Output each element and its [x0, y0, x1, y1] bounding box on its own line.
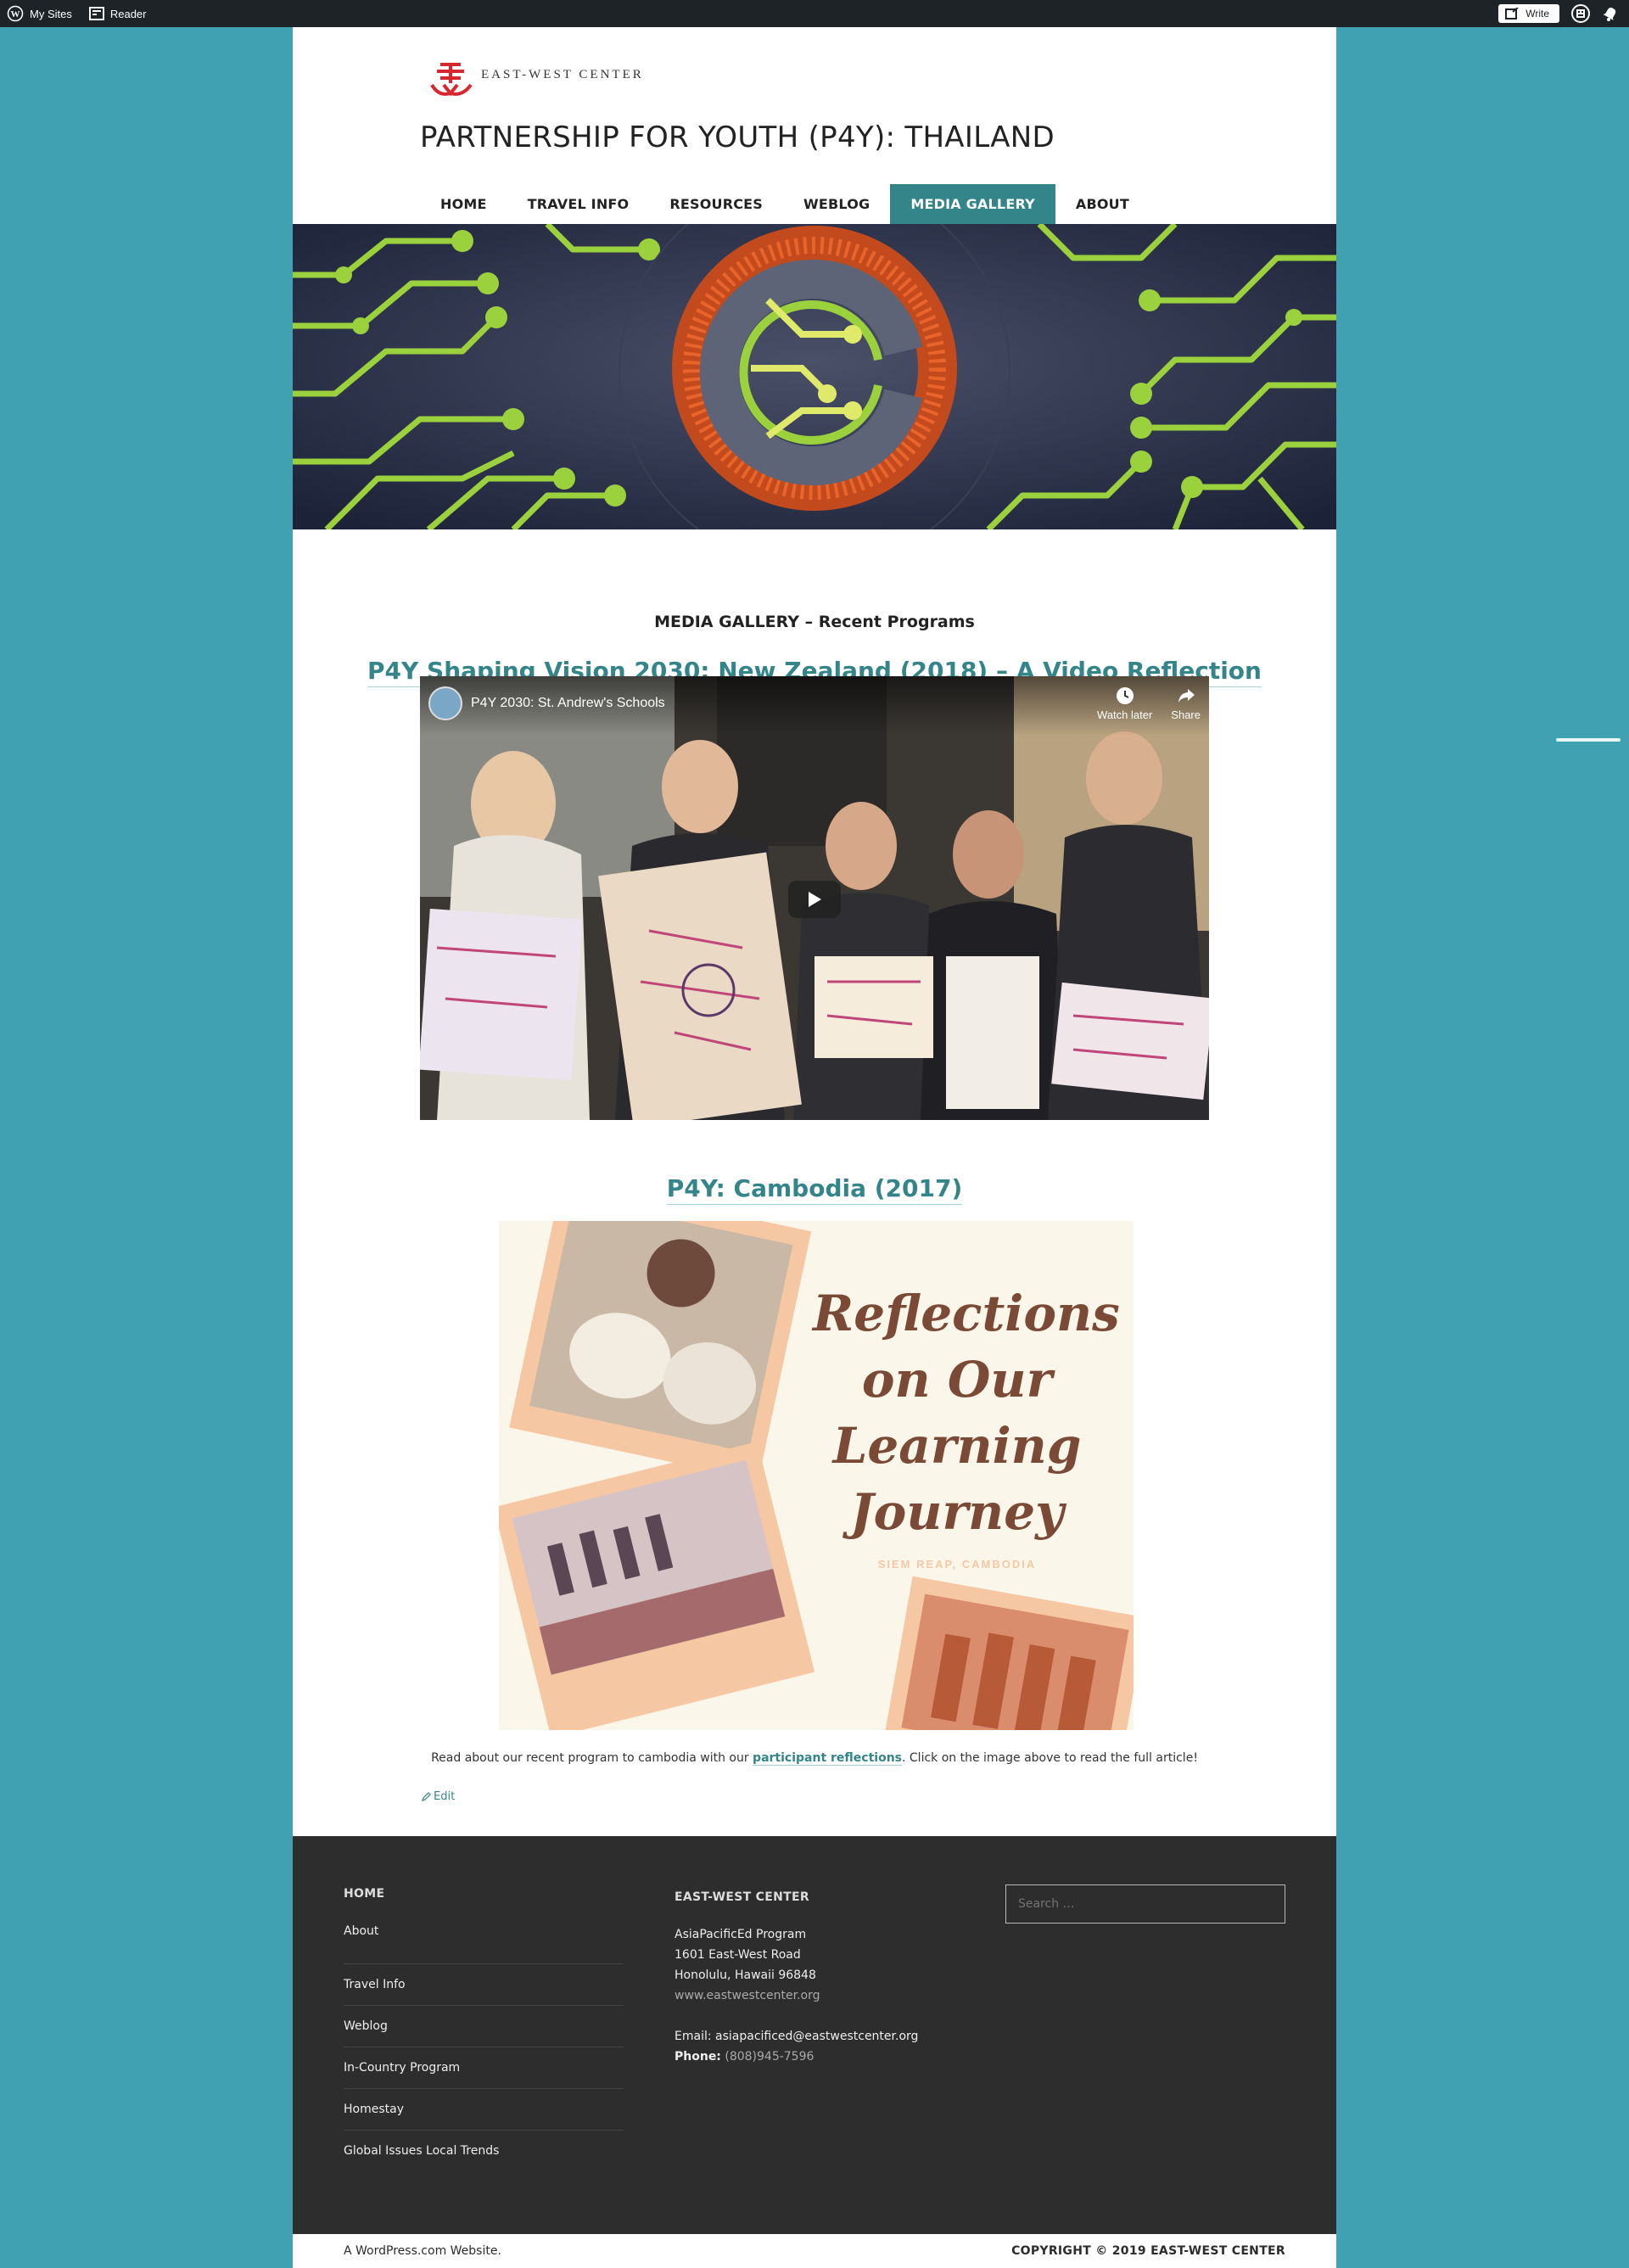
nav-media-gallery[interactable]: MEDIA GALLERY [890, 184, 1055, 224]
play-icon [809, 892, 821, 907]
cambodia-description: Read about our recent program to cambodi… [293, 1751, 1336, 1766]
bottom-bar: A WordPress.com Website. COPYRIGHT © 201… [293, 2234, 1336, 2268]
footer-link-about[interactable]: About [344, 1923, 624, 1964]
reader-label: Reader [109, 7, 147, 20]
reader-icon [88, 7, 104, 20]
video-title[interactable]: P4Y 2030: St. Andrew's Schools [471, 696, 665, 711]
site-logo[interactable]: EAST-WEST CENTER [428, 59, 644, 98]
user-avatar[interactable] [1571, 4, 1590, 23]
footer-link-homestay[interactable]: Homestay [344, 2089, 624, 2131]
footer-search [1005, 1884, 1285, 1924]
poster-subtitle: SIEM REAP, CAMBODIA [877, 1558, 1037, 1571]
search-input[interactable] [1005, 1884, 1285, 1924]
watch-later-button[interactable]: Watch later [1097, 686, 1152, 721]
footer-link-global-issues[interactable]: Global Issues Local Trends [344, 2131, 624, 2172]
write-icon [1505, 8, 1519, 20]
play-button[interactable] [788, 881, 841, 918]
write-label: Write [1525, 8, 1549, 20]
nav-weblog[interactable]: WEBLOG [783, 184, 890, 224]
site-title[interactable]: PARTNERSHIP FOR YOUTH (P4Y): THAILAND [420, 120, 1055, 154]
footer-link-travel-info[interactable]: Travel Info [344, 1964, 624, 2006]
description-before: Read about our recent program to cambodi… [431, 1751, 753, 1765]
page-container: EAST-WEST CENTER PARTNERSHIP FOR YOUTH (… [293, 27, 1336, 2268]
poster-heading: Reflections on Our Learning Journey [813, 1280, 1120, 1545]
pencil-icon [422, 1792, 431, 1801]
footer-contact: EAST-WEST CENTER AsiaPacificEd Program 1… [675, 1887, 954, 2067]
copyright-text: COPYRIGHT © 2019 EAST-WEST CENTER [1011, 2244, 1285, 2258]
my-sites-label: My Sites [30, 7, 72, 20]
post-title-cambodia-text[interactable]: P4Y: Cambodia (2017) [666, 1174, 963, 1205]
channel-avatar[interactable] [428, 686, 462, 720]
main-nav: HOME TRAVEL INFO RESOURCES WEBLOG MEDIA … [420, 184, 1150, 224]
share-icon [1178, 689, 1195, 703]
header-banner-image [293, 224, 1336, 529]
east-west-center-logo-icon [430, 63, 473, 97]
nav-resources[interactable]: RESOURCES [649, 184, 783, 224]
description-after: . Click on the image above to read the f… [902, 1751, 1198, 1765]
footer-phone-number[interactable]: (808)945-7596 [725, 2050, 814, 2064]
poster-line-4: Journey [850, 1483, 1064, 1541]
my-sites-menu[interactable]: W My Sites [0, 0, 82, 27]
share-button[interactable]: Share [1171, 686, 1201, 721]
video-embed[interactable]: P4Y 2030: St. Andrew's Schools Watch lat… [420, 676, 1209, 1120]
site-footer: HOME About Travel Info Weblog In-Country… [293, 1836, 1336, 2234]
side-indicator [1556, 738, 1621, 742]
nav-home[interactable]: HOME [420, 184, 507, 224]
footer-phone-label: Phone: [675, 2050, 721, 2064]
nav-about[interactable]: ABOUT [1055, 184, 1150, 224]
post-title-cambodia[interactable]: P4Y: Cambodia (2017) [293, 1174, 1336, 1205]
poster-line-2: on Our [861, 1351, 1053, 1408]
poster-line-3: Learning [832, 1417, 1082, 1475]
video-header: P4Y 2030: St. Andrew's Schools Watch lat… [420, 676, 1209, 736]
clock-icon [1116, 687, 1134, 704]
edit-link[interactable]: Edit [422, 1790, 455, 1803]
footer-address-1: 1601 East-West Road [675, 1948, 801, 1962]
share-label: Share [1171, 708, 1201, 721]
footer-website-link[interactable]: www.eastwestcenter.org [675, 1985, 954, 2006]
site-header: EAST-WEST CENTER PARTNERSHIP FOR YOUTH (… [293, 27, 1336, 224]
footer-ewc-heading: EAST-WEST CENTER [675, 1890, 809, 1904]
edit-label: Edit [434, 1790, 456, 1803]
participant-reflections-link[interactable]: participant reflections [753, 1751, 902, 1766]
watch-later-label: Watch later [1097, 708, 1153, 721]
section-heading: MEDIA GALLERY – Recent Programs [654, 613, 975, 631]
footer-address-2: Honolulu, Hawaii 96848 [675, 1968, 816, 1982]
svg-text:W: W [11, 9, 20, 20]
footer-program: AsiaPacificEd Program [675, 1928, 807, 1941]
footer-phone: Phone: (808)945-7596 [675, 2047, 954, 2067]
wordpress-icon: W [7, 5, 24, 22]
write-button[interactable]: Write [1498, 4, 1559, 23]
footer-link-weblog[interactable]: Weblog [344, 2006, 624, 2047]
nav-travel-info[interactable]: TRAVEL INFO [507, 184, 650, 224]
reader-menu[interactable]: Reader [82, 0, 157, 27]
wordpress-credit-link[interactable]: A WordPress.com Website. [344, 2244, 501, 2258]
footer-link-in-country-program[interactable]: In-Country Program [344, 2047, 624, 2089]
poster-line-1: Reflections [813, 1285, 1120, 1342]
footer-home-heading[interactable]: HOME [344, 1887, 624, 1901]
notifications-button[interactable] [1602, 5, 1619, 22]
logo-text: EAST-WEST CENTER [481, 67, 644, 81]
footer-menu: HOME About Travel Info Weblog In-Country… [344, 1887, 624, 2172]
circuit-copyright-illustration [293, 224, 1336, 529]
footer-email[interactable]: Email: asiapacificed@eastwestcenter.org [675, 2026, 954, 2047]
bell-icon [1603, 8, 1616, 21]
cambodia-reflections-poster[interactable]: Reflections on Our Learning Journey SIEM… [499, 1221, 1134, 1730]
avatar-icon [1576, 9, 1585, 18]
admin-bar: W My Sites Reader Write [0, 0, 1629, 27]
